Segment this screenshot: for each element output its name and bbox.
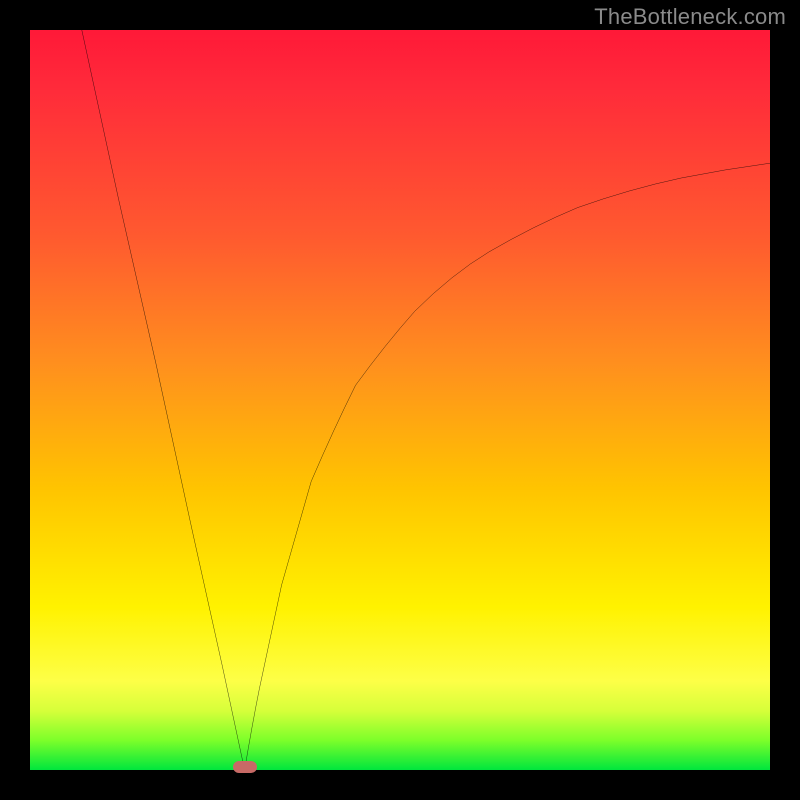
min-marker: [233, 761, 257, 773]
curve-layer: [30, 30, 770, 770]
curve-left-branch: [82, 30, 245, 770]
chart-frame: TheBottleneck.com: [0, 0, 800, 800]
watermark-text: TheBottleneck.com: [594, 4, 786, 30]
plot-area: [30, 30, 770, 770]
curve-right-branch: [245, 163, 770, 770]
